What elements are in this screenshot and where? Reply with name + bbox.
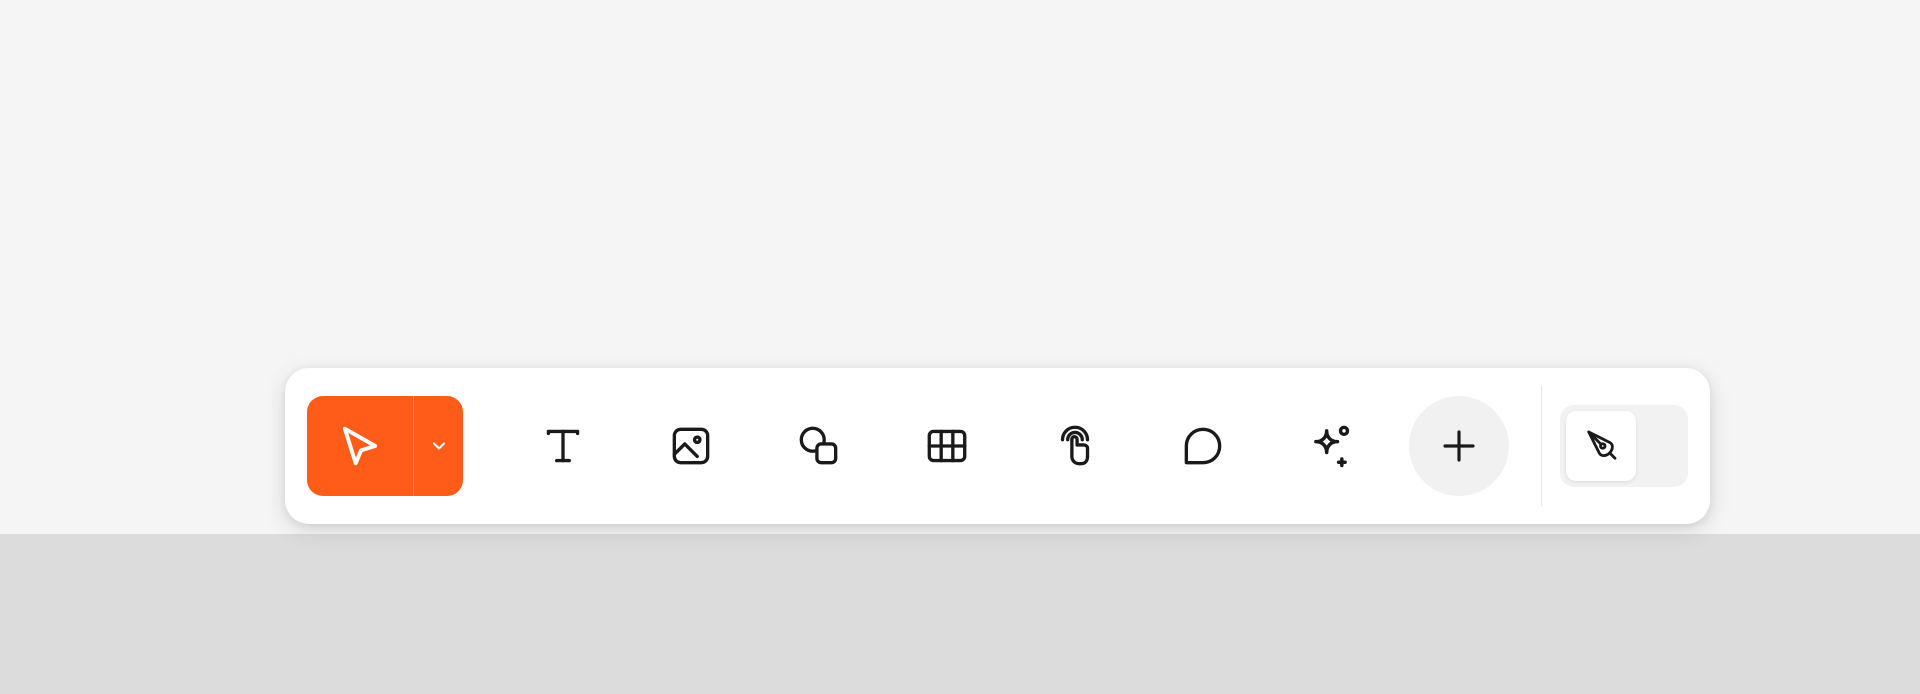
chat-icon [1178,421,1228,471]
toolbar-divider [1541,386,1542,506]
bottom-strip [0,534,1920,694]
chevron-down-icon [429,436,449,456]
toolbar [285,368,1710,524]
select-tool-button[interactable] [307,396,413,496]
sparkle-icon [1305,420,1357,472]
pen-toggle-track [1636,411,1682,481]
image-tool-button[interactable] [641,396,741,496]
shape-icon [794,421,844,471]
shape-tool-button[interactable] [769,396,869,496]
image-icon [666,421,716,471]
canvas-area[interactable] [0,0,1920,694]
tap-icon [1050,421,1100,471]
chat-tool-button[interactable] [1153,396,1253,496]
select-tool-group [307,396,463,496]
pen-toggle[interactable] [1560,405,1688,487]
pen-toggle-icon-wrapper [1566,411,1636,481]
text-icon [538,421,588,471]
text-tool-button[interactable] [513,396,613,496]
plus-icon [1438,425,1480,467]
table-icon [922,421,972,471]
cursor-icon [334,420,386,472]
table-tool-button[interactable] [897,396,997,496]
interaction-tool-button[interactable] [1025,396,1125,496]
add-tool-button[interactable] [1409,396,1509,496]
select-tool-dropdown[interactable] [413,396,463,496]
pen-icon [1580,425,1622,467]
ai-tool-button[interactable] [1281,396,1381,496]
